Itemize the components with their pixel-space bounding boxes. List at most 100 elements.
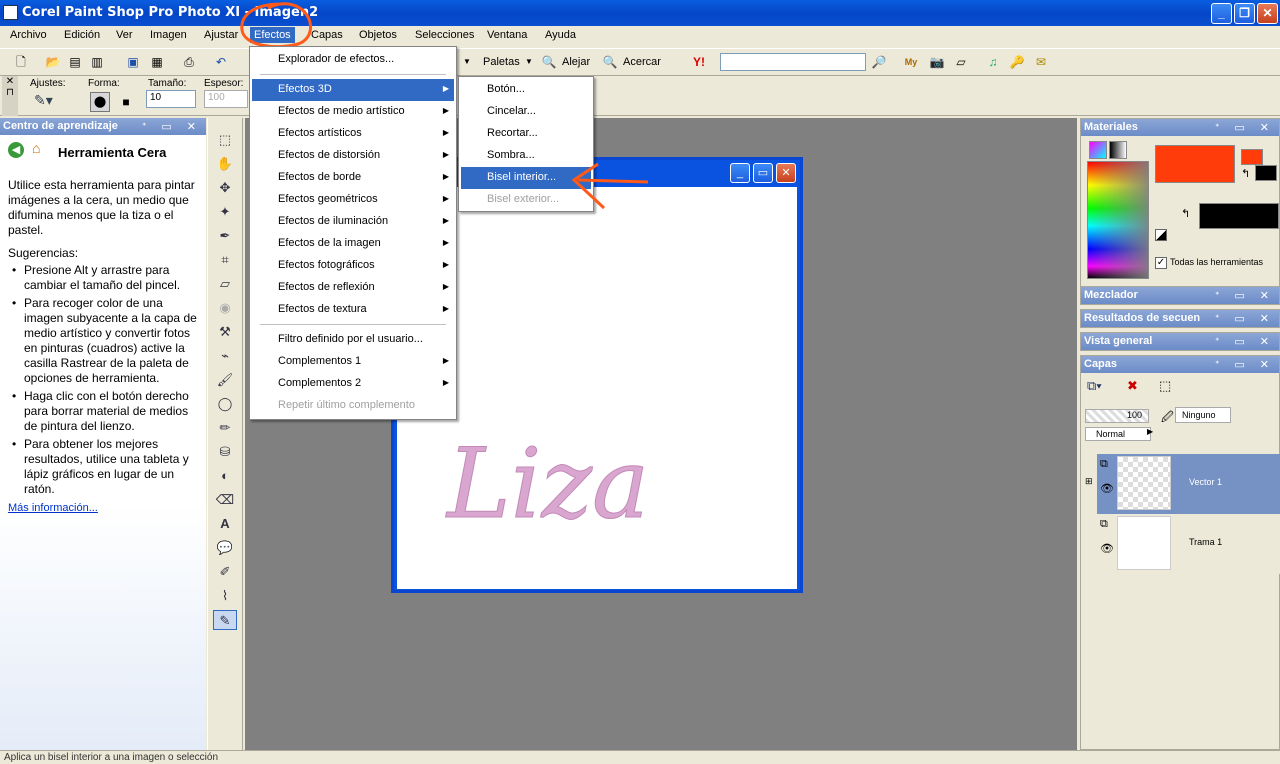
menu-item-efectos-3d[interactable]: Efectos 3D ▶ — [252, 79, 454, 101]
menu-item-textura[interactable]: Efectos de textura ▶ — [252, 299, 454, 321]
menu-item-complementos-1[interactable]: Complementos 1 ▶ — [252, 351, 454, 373]
swap-icon[interactable]: ↰ — [1181, 207, 1190, 220]
menu-item-medio-artistico[interactable]: Efectos de medio artístico ▶ — [252, 101, 454, 123]
yahoo-icon[interactable]: Y! — [690, 53, 708, 71]
visibility-eye-icon[interactable]: 👁 — [1100, 542, 1114, 555]
panel-controls[interactable]: ᐩ ▭ ✕ — [142, 120, 202, 133]
pan-tool-icon[interactable]: ✋ — [213, 154, 237, 174]
menu-item-complementos-2[interactable]: Complementos 2 ▶ — [252, 373, 454, 395]
menu-item-explorador[interactable]: Explorador de efectos... — [252, 49, 454, 71]
menu-item-iluminacion[interactable]: Efectos de iluminación ▶ — [252, 211, 454, 233]
search-input[interactable] — [720, 53, 866, 71]
blend-mode-dropdown[interactable]: Normal — [1085, 427, 1151, 441]
clone-brush-icon[interactable]: ⌁ — [213, 346, 237, 366]
key-icon[interactable]: 🔑 — [1008, 53, 1026, 71]
search-icon[interactable]: 🔎 — [870, 53, 888, 71]
menu-edicion[interactable]: Edición — [62, 29, 102, 41]
background-color-small[interactable] — [1255, 165, 1277, 181]
fill-icon[interactable]: ⛁ — [213, 442, 237, 462]
blend-none-dropdown[interactable]: Ninguno — [1175, 407, 1231, 423]
size-input[interactable]: 10 — [146, 90, 196, 108]
reset-colors-icon[interactable] — [1155, 229, 1167, 241]
paletas-arrow-icon[interactable]: ▼ — [520, 53, 538, 71]
expand-icon[interactable]: ⊞ — [1085, 476, 1093, 487]
image-canvas[interactable]: Liza — [397, 187, 797, 589]
print-icon[interactable]: ⎙ — [180, 53, 198, 71]
layer-row-raster[interactable]: ⧉ 👁 Trama 1 — [1097, 514, 1280, 574]
maximize-button[interactable]: ❐ — [1234, 3, 1255, 24]
my-icon[interactable]: My — [902, 53, 920, 71]
red-eye-icon[interactable]: ◉ — [213, 298, 237, 318]
menu-ventana[interactable]: Ventana — [485, 29, 529, 41]
menu-objetos[interactable]: Objetos — [357, 29, 399, 41]
text-tool-icon[interactable]: A — [213, 514, 237, 534]
browse-icon[interactable]: ▤ — [66, 53, 84, 71]
alejar-button[interactable]: Alejar — [562, 56, 590, 68]
selection-tool-icon[interactable]: ⬚ — [213, 130, 237, 150]
preset-shape-icon[interactable]: 💬 — [213, 538, 237, 558]
zoom-out-icon[interactable]: 🔍 — [540, 53, 558, 71]
music-icon[interactable]: ♫ — [984, 53, 1002, 71]
dropper-icon[interactable]: ✒ — [213, 226, 237, 246]
preset-brush-icon[interactable]: ✎▾ — [34, 92, 53, 109]
menu-item-reflexion[interactable]: Efectos de reflexión ▶ — [252, 277, 454, 299]
menu-item-fotograficos[interactable]: Efectos fotográficos ▶ — [252, 255, 454, 277]
thickness-input[interactable]: 100 — [204, 90, 248, 108]
save-icon[interactable]: ▣ — [124, 53, 142, 71]
new-file-icon[interactable]: 🗋 — [12, 53, 30, 71]
foreground-color-small[interactable] — [1241, 149, 1263, 165]
zoom-in-icon[interactable]: 🔍 — [601, 53, 619, 71]
menu-ayuda[interactable]: Ayuda — [543, 29, 578, 41]
art-media-icon[interactable]: ⌇ — [213, 586, 237, 606]
home-icon[interactable]: ⌂ — [32, 141, 40, 156]
back-arrow-icon[interactable]: ◀ — [8, 142, 24, 158]
image-minimize-button[interactable]: _ — [730, 163, 750, 183]
menu-item-borde[interactable]: Efectos de borde ▶ — [252, 167, 454, 189]
mixer-panel[interactable]: Mezclador ᐩ ▭ ✕ — [1080, 286, 1280, 305]
mail-icon[interactable]: ✉ — [1032, 53, 1050, 71]
menu-item-artisticos[interactable]: Efectos artísticos ▶ — [252, 123, 454, 145]
move-tool-icon[interactable]: ✥ — [213, 178, 237, 198]
menu-item-imagen[interactable]: Efectos de la imagen ▶ — [252, 233, 454, 255]
rainbow-tab-icon[interactable] — [1089, 141, 1107, 159]
undo-icon[interactable]: ↶ — [212, 53, 230, 71]
camera-icon[interactable]: 📷 — [928, 53, 946, 71]
opacity-slider[interactable]: 100 — [1085, 409, 1149, 423]
eraser-icon[interactable]: ▱ — [952, 53, 970, 71]
acercar-button[interactable]: Acercar — [623, 56, 661, 68]
foreground-swatch[interactable] — [1155, 145, 1235, 183]
background-swatch[interactable] — [1199, 203, 1279, 229]
paint-brush-icon[interactable]: 🖌 — [213, 370, 237, 390]
menu-archivo[interactable]: Archivo — [8, 29, 49, 41]
mask-icon[interactable]: ⬚ — [1159, 378, 1171, 394]
script-output-panel[interactable]: Resultados de secuen ᐩ ▭ ✕ — [1080, 309, 1280, 328]
scan-icon[interactable]: ▥ — [88, 53, 106, 71]
image-maximize-button[interactable]: ▭ — [753, 163, 773, 183]
straighten-tool-icon[interactable]: ▱ — [213, 274, 237, 294]
blend-arrow-icon[interactable]: ▶ — [1147, 427, 1153, 436]
close-button[interactable]: ✕ — [1257, 3, 1278, 24]
picture-tube-icon[interactable]: ◐ — [213, 466, 237, 486]
delete-layer-icon[interactable]: ✖ — [1127, 378, 1138, 394]
layer-row-vector[interactable]: ⧉ 👁 Vector 1 — [1097, 454, 1280, 514]
more-info-link[interactable]: Más información... — [8, 502, 98, 514]
swatches-tab-icon[interactable] — [1109, 141, 1127, 159]
menu-selecciones[interactable]: Selecciones — [413, 29, 476, 41]
menu-imagen[interactable]: Imagen — [148, 29, 189, 41]
square-shape-button[interactable]: ■ — [118, 94, 134, 110]
overview-panel[interactable]: Vista general ᐩ ▭ ✕ — [1080, 332, 1280, 351]
round-shape-button[interactable]: ⬤ — [90, 92, 110, 112]
pen-icon[interactable]: ✏ — [213, 418, 237, 438]
submenu-item-cincelar[interactable]: Cincelar... — [461, 101, 591, 123]
pencil-tool-icon[interactable]: ✐ — [213, 562, 237, 582]
submenu-item-boton[interactable]: Botón... — [461, 79, 591, 101]
minimize-button[interactable]: _ — [1211, 3, 1232, 24]
menu-ver[interactable]: Ver — [114, 29, 135, 41]
paletas-button[interactable]: Paletas — [483, 56, 520, 68]
app-icon[interactable] — [3, 5, 18, 20]
retouch-icon[interactable]: ⚒ — [213, 322, 237, 342]
all-tools-checkbox[interactable]: ✓ — [1155, 257, 1167, 269]
shape-tool-icon[interactable]: ◯ — [213, 394, 237, 414]
color-spectrum[interactable] — [1087, 161, 1149, 279]
menu-item-filtro-usuario[interactable]: Filtro definido por el usuario... — [252, 329, 454, 351]
